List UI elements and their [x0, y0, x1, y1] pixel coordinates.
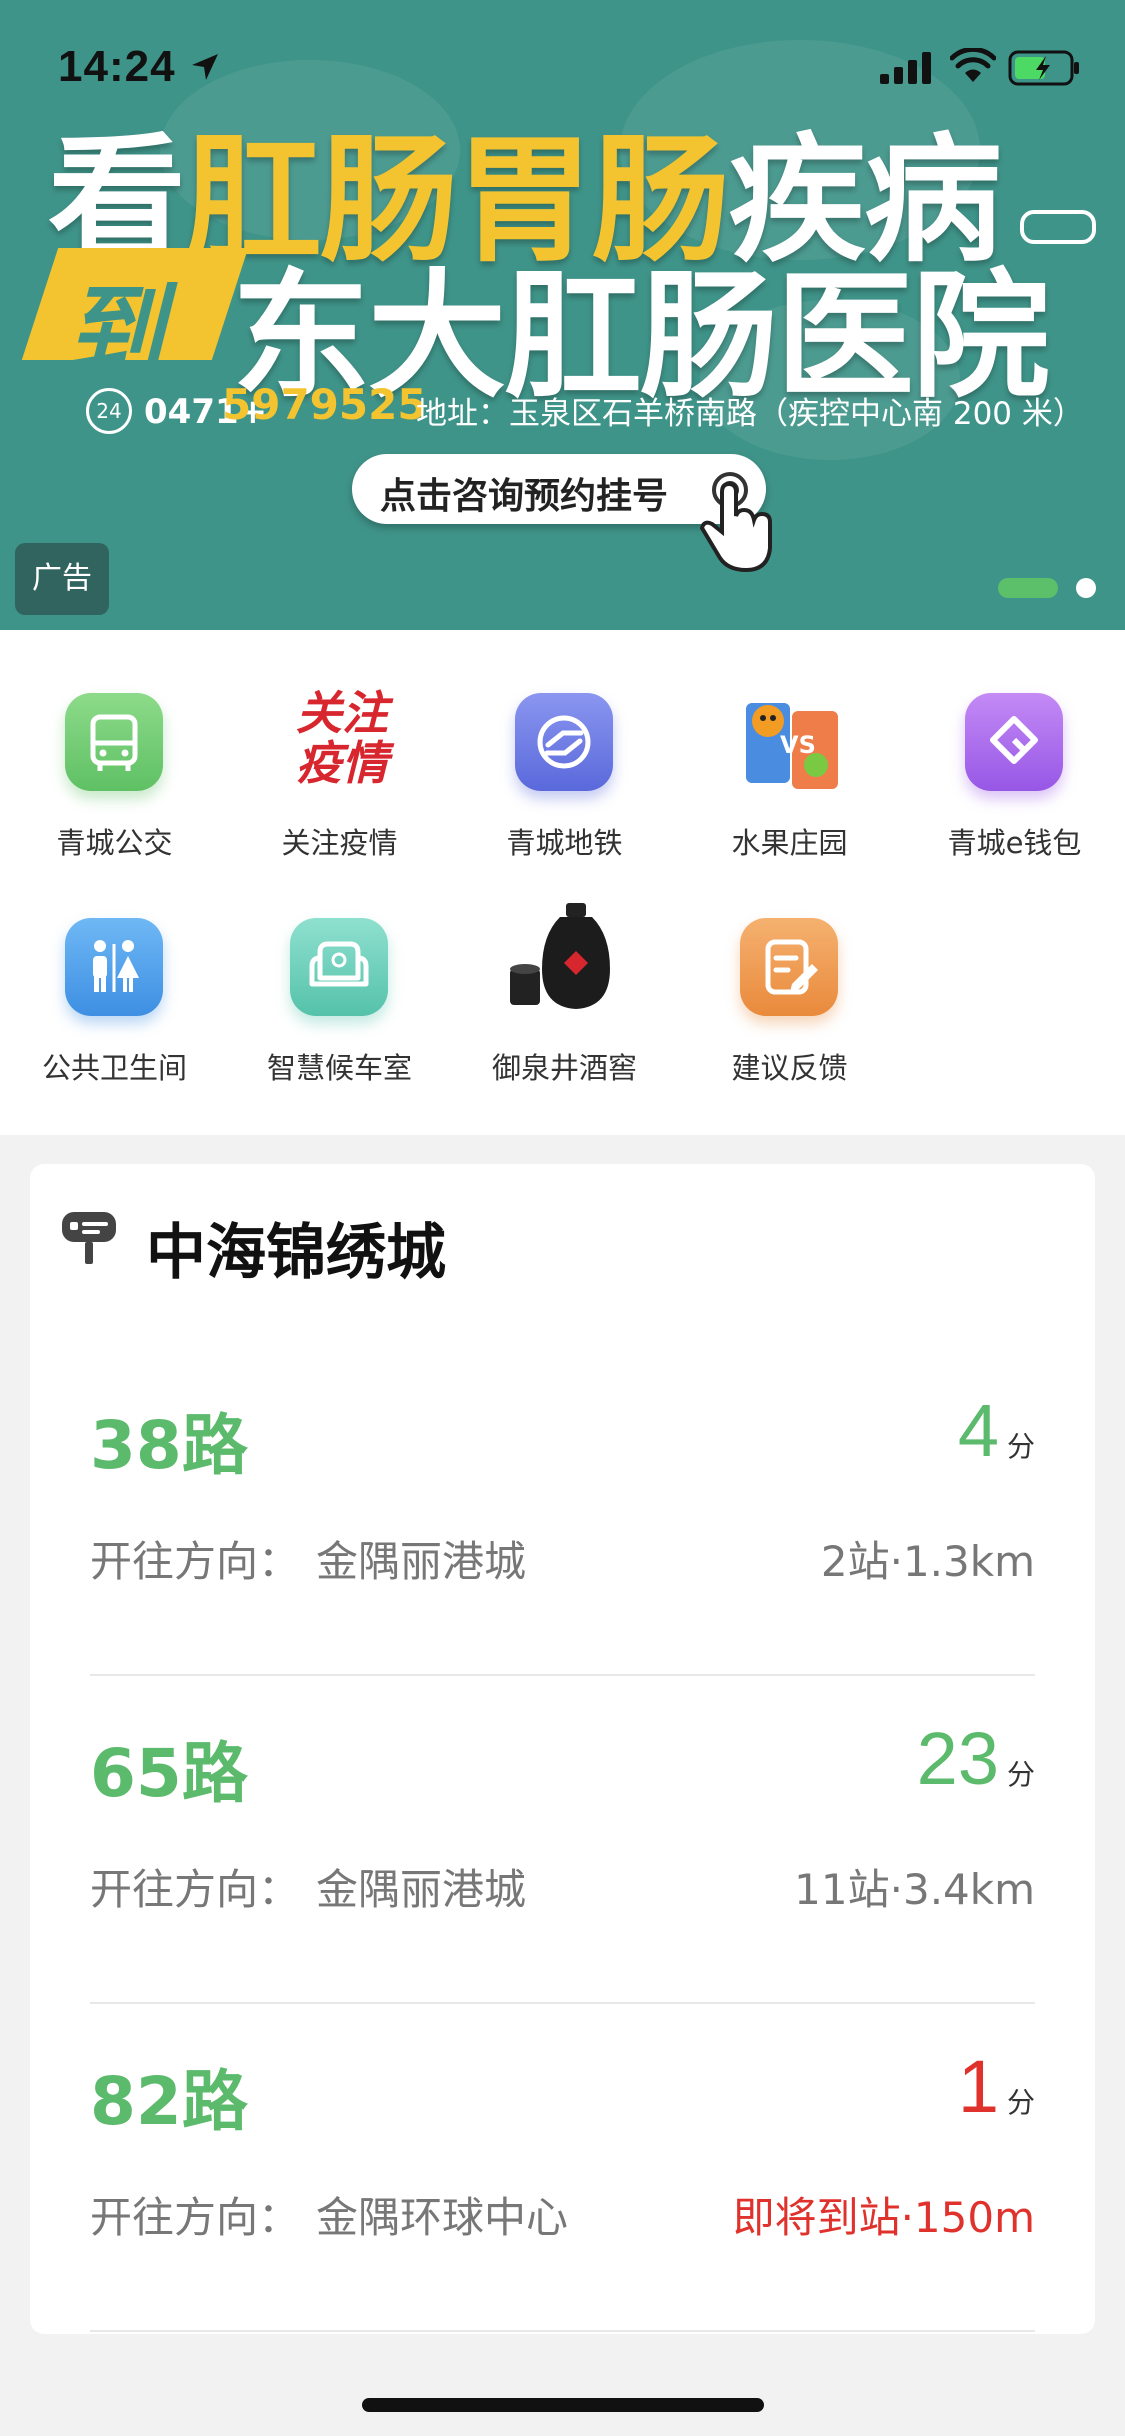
phone-24h-icon: 24 — [86, 388, 132, 434]
shortcut-epidemic[interactable]: 关注疫情 关注疫情 — [227, 630, 452, 860]
shortcut-waiting-room[interactable]: 智慧候车室 — [227, 855, 452, 1085]
direction-label: 开往方向： — [90, 1865, 301, 1914]
shortcut-fruit-farm[interactable]: VS 水果庄园 — [677, 630, 902, 860]
shortcut-grid: 青城公交 关注疫情 关注疫情 青城地铁 VS 水果庄园 青城e钱包 公共卫生间 … — [0, 630, 1125, 1135]
carousel-dot[interactable] — [1076, 578, 1096, 598]
route-direction: 金隅丽港城 — [316, 1537, 527, 1586]
divider — [90, 2002, 1035, 2004]
ad-banner[interactable]: 14:24 看肛肠胃肠疾病 到 东大肛肠医院 24 0471+ 5979525 … — [0, 0, 1125, 630]
route-row[interactable]: 38路 4分 开往方向： 金隅丽港城 2站·1.3km — [90, 1389, 1035, 1720]
shortcut-label: 建议反馈 — [731, 1051, 848, 1085]
feedback-icon — [740, 918, 838, 1016]
route-distance: 即将到站·150m — [732, 2193, 1035, 2242]
eta-minutes: 1 — [957, 2045, 999, 2128]
eta-unit: 分 — [1006, 2086, 1035, 2119]
metro-icon — [515, 693, 613, 791]
route-direction: 金隅环球中心 — [316, 2193, 569, 2242]
wallet-icon — [965, 693, 1063, 791]
station-card: 中海锦绣城 38路 4分 开往方向： 金隅丽港城 2站·1.3km 65路 23… — [30, 1164, 1095, 2334]
route-eta: 1分 — [958, 2044, 1035, 2129]
carousel-dot-active[interactable] — [998, 578, 1058, 598]
route-number: 82路 — [90, 2063, 248, 2140]
eta-unit: 分 — [1006, 1758, 1035, 1791]
direction-label: 开往方向： — [90, 1537, 301, 1586]
shortcut-metro[interactable]: 青城地铁 — [452, 630, 677, 860]
shortcut-toilet[interactable]: 公共卫生间 — [2, 855, 227, 1085]
shortcut-wine-cellar[interactable]: 御泉井酒窖 — [452, 855, 677, 1085]
fruit-farm-icon: VS — [740, 693, 838, 791]
route-eta: 23 分 — [917, 1716, 1035, 1801]
shortcut-label: 青城e钱包 — [947, 826, 1082, 860]
shortcut-label: 御泉井酒窖 — [491, 1051, 637, 1085]
home-indicator[interactable] — [362, 2398, 764, 2412]
route-direction: 金隅丽港城 — [316, 1865, 527, 1914]
epidemic-icon: 关注疫情 — [296, 686, 388, 790]
eta-unit: 分 — [1006, 1430, 1035, 1463]
ad-address: 地址：玉泉区石羊桥南路（疾控中心南 200 米） — [416, 396, 1084, 432]
location-arrow-icon — [192, 54, 218, 80]
ad-consult-label: 点击咨询预约挂号 — [380, 476, 669, 517]
route-distance: 2站·1.3km — [820, 1537, 1035, 1586]
wifi-icon — [950, 48, 996, 82]
route-number: 65路 — [90, 1735, 248, 1812]
shortcut-feedback[interactable]: 建议反馈 — [677, 855, 902, 1085]
battery-charging-icon — [1008, 50, 1079, 86]
ad-phone-number: 5979525 — [222, 380, 427, 429]
waiting-room-icon — [290, 918, 388, 1016]
cellular-signal-icon — [880, 52, 931, 84]
station-name: 中海锦绣城 — [146, 1218, 446, 1288]
ad-label-badge: 广告 — [15, 543, 109, 615]
divider — [90, 2330, 1035, 2332]
pointing-hand-icon — [699, 472, 772, 573]
eta-minutes: 23 — [916, 1717, 999, 1800]
shortcut-label: 智慧候车室 — [266, 1051, 412, 1085]
route-distance: 11站·3.4km — [794, 1865, 1035, 1914]
toilet-icon — [65, 918, 163, 1016]
divider — [90, 1674, 1035, 1676]
bus-icon — [65, 693, 163, 791]
ad-badge: 到 — [21, 248, 249, 390]
shortcut-bus[interactable]: 青城公交 — [2, 630, 227, 860]
shortcut-wallet[interactable]: 青城e钱包 — [902, 630, 1125, 860]
route-row[interactable]: 65路 23 分 开往方向： 金隅丽港城 11站·3.4km — [90, 1717, 1035, 2048]
bus-stop-sign-icon — [62, 1212, 116, 1264]
route-eta: 4分 — [958, 1388, 1035, 1473]
eta-minutes: 4 — [957, 1389, 999, 1472]
status-bar: 14:24 — [0, 0, 1125, 132]
wine-jar-icon — [504, 899, 624, 1019]
status-time: 14:24 — [58, 42, 176, 91]
direction-label: 开往方向： — [90, 2193, 301, 2242]
route-number: 38路 — [90, 1407, 248, 1484]
route-row[interactable]: 82路 1分 开往方向： 金隅环球中心 即将到站·150m — [90, 2045, 1035, 2376]
shortcut-label: 公共卫生间 — [41, 1051, 187, 1085]
